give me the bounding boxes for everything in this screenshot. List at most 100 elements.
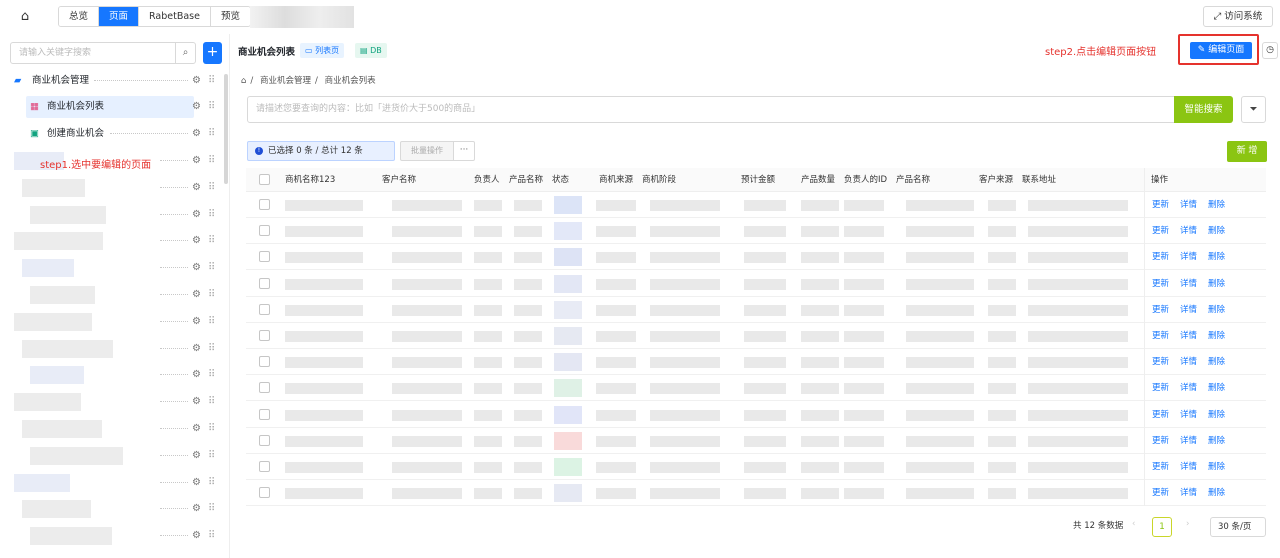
select-all-checkbox[interactable]: [259, 174, 270, 185]
gear-icon[interactable]: ⚙: [192, 257, 201, 279]
row-checkbox[interactable]: [259, 225, 270, 237]
search-icon[interactable]: ⌕: [175, 43, 195, 63]
tab-preview[interactable]: 预览: [210, 7, 250, 26]
detail-link[interactable]: 详情: [1180, 218, 1197, 244]
update-link[interactable]: 更新: [1152, 323, 1169, 349]
row-checkbox[interactable]: [259, 303, 270, 315]
column-header[interactable]: 联系地址: [1022, 168, 1056, 192]
detail-link[interactable]: 详情: [1180, 454, 1197, 480]
gear-icon[interactable]: ⚙: [192, 364, 201, 386]
row-checkbox[interactable]: [259, 434, 270, 446]
delete-link[interactable]: 删除: [1208, 323, 1225, 349]
detail-link[interactable]: 详情: [1180, 323, 1197, 349]
detail-link[interactable]: 详情: [1180, 402, 1197, 428]
gear-icon[interactable]: ⚙: [192, 177, 201, 199]
more-actions-button[interactable]: ···: [453, 141, 475, 161]
detail-link[interactable]: 详情: [1180, 480, 1197, 506]
delete-link[interactable]: 删除: [1208, 480, 1225, 506]
drag-handle-icon[interactable]: ⠿: [208, 472, 215, 494]
add-page-button[interactable]: +: [203, 42, 222, 64]
delete-link[interactable]: 删除: [1208, 271, 1225, 297]
tree-item-blurred[interactable]: ⚙ ⠿: [10, 284, 222, 306]
column-header[interactable]: 客户来源: [979, 168, 1013, 192]
row-checkbox[interactable]: [259, 330, 270, 341]
gear-icon[interactable]: ⚙: [192, 204, 201, 226]
row-checkbox[interactable]: [259, 382, 270, 394]
tab-rabetbase[interactable]: RabetBase: [139, 7, 211, 26]
update-link[interactable]: 更新: [1152, 402, 1169, 428]
drag-handle-icon[interactable]: ⠿: [208, 445, 215, 467]
drag-handle-icon[interactable]: ⠿: [208, 498, 215, 520]
update-link[interactable]: 更新: [1152, 192, 1169, 218]
page-number-1[interactable]: 1: [1152, 517, 1172, 537]
detail-link[interactable]: 详情: [1180, 244, 1197, 270]
drag-handle-icon[interactable]: ⠿: [208, 230, 215, 252]
drag-handle-icon[interactable]: ⠿: [208, 70, 215, 92]
gear-icon[interactable]: ⚙: [192, 230, 201, 252]
next-page-icon[interactable]: ›: [1186, 519, 1189, 529]
update-link[interactable]: 更新: [1152, 375, 1169, 401]
tree-item-blurred[interactable]: ⚙ ⠿: [10, 177, 222, 199]
delete-link[interactable]: 删除: [1208, 428, 1225, 454]
column-header[interactable]: 客户名称: [382, 168, 416, 192]
tree-item-opportunity-management[interactable]: ▰ 商业机会管理 ⚙ ⠿: [10, 70, 222, 92]
row-checkbox[interactable]: [259, 199, 270, 210]
batch-action-button[interactable]: 批量操作: [400, 141, 454, 161]
tree-item-blurred[interactable]: ⚙ ⠿: [10, 311, 222, 333]
delete-link[interactable]: 删除: [1208, 244, 1225, 270]
delete-link[interactable]: 删除: [1208, 297, 1225, 323]
detail-link[interactable]: 详情: [1180, 271, 1197, 297]
row-checkbox[interactable]: [259, 277, 270, 289]
delete-link[interactable]: 删除: [1208, 375, 1225, 401]
tab-pages[interactable]: 页面: [99, 7, 140, 26]
home-icon[interactable]: ⌂: [241, 76, 246, 86]
smart-search-input[interactable]: 请描述您要查询的内容：比如「进货价大于500的商品」: [247, 96, 1175, 123]
sidebar-scrollbar[interactable]: [224, 74, 228, 184]
update-link[interactable]: 更新: [1152, 349, 1169, 375]
row-checkbox[interactable]: [259, 251, 270, 263]
gear-icon[interactable]: ⚙: [192, 525, 201, 547]
detail-link[interactable]: 详情: [1180, 297, 1197, 323]
smart-search-button[interactable]: 智能搜索: [1174, 96, 1233, 123]
tree-item-blurred[interactable]: ⚙ ⠿: [10, 391, 222, 413]
gear-icon[interactable]: ⚙: [192, 70, 201, 92]
tree-item-blurred[interactable]: ⚙ ⠿: [10, 364, 222, 386]
update-link[interactable]: 更新: [1152, 218, 1169, 244]
column-header[interactable]: 产品名称: [509, 168, 543, 192]
column-header[interactable]: 负责人的ID: [844, 168, 887, 192]
detail-link[interactable]: 详情: [1180, 375, 1197, 401]
drag-handle-icon[interactable]: ⠿: [208, 204, 215, 226]
gear-icon[interactable]: ⚙: [192, 150, 201, 172]
row-checkbox[interactable]: [259, 487, 270, 499]
tree-item-blurred[interactable]: ⚙ ⠿: [10, 338, 222, 360]
gear-icon[interactable]: ⚙: [192, 123, 201, 145]
gear-icon[interactable]: ⚙: [192, 418, 201, 440]
detail-link[interactable]: 详情: [1180, 192, 1197, 218]
drag-handle-icon[interactable]: ⠿: [208, 338, 215, 360]
tree-item-create-opportunity[interactable]: ▣ 创建商业机会 ⚙ ⠿: [10, 123, 222, 145]
tree-item-blurred[interactable]: ⚙ ⠿: [10, 498, 222, 520]
delete-link[interactable]: 删除: [1208, 454, 1225, 480]
gear-icon[interactable]: ⚙: [192, 498, 201, 520]
column-header[interactable]: 产品数量: [801, 168, 835, 192]
delete-link[interactable]: 删除: [1208, 349, 1225, 375]
drag-handle-icon[interactable]: ⠿: [208, 257, 215, 279]
tab-overview[interactable]: 总览: [59, 7, 100, 26]
tree-item-blurred[interactable]: ⚙ ⠿: [10, 445, 222, 467]
drag-handle-icon[interactable]: ⠿: [208, 391, 215, 413]
gear-icon[interactable]: ⚙: [192, 96, 201, 118]
filter-icon[interactable]: ⏷: [1241, 96, 1266, 123]
column-header[interactable]: 预计金额: [741, 168, 775, 192]
column-header[interactable]: 商机来源: [599, 168, 633, 192]
gear-icon[interactable]: ⚙: [192, 391, 201, 413]
gear-icon[interactable]: ⚙: [192, 472, 201, 494]
column-header[interactable]: 商机名称123: [285, 168, 335, 192]
update-link[interactable]: 更新: [1152, 480, 1169, 506]
column-header[interactable]: 负责人: [474, 168, 500, 192]
row-checkbox[interactable]: [259, 461, 270, 472]
drag-handle-icon[interactable]: ⠿: [208, 525, 215, 547]
update-link[interactable]: 更新: [1152, 271, 1169, 297]
drag-handle-icon[interactable]: ⠿: [208, 311, 215, 333]
tree-item-blurred[interactable]: ⚙ ⠿: [10, 418, 222, 440]
add-new-button[interactable]: 新 增: [1227, 141, 1267, 162]
